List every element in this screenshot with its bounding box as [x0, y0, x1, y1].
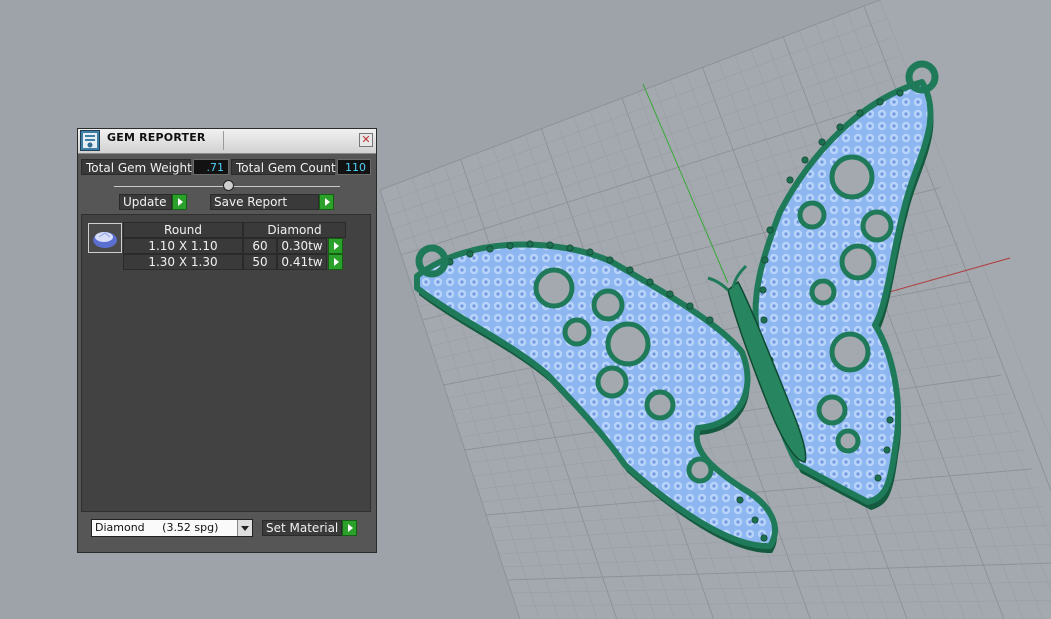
gem-reporter-panel: GEM REPORTER ✕ Total Gem Weight .71 Tota… [77, 128, 377, 553]
total-gem-weight-label: Total Gem Weight [81, 159, 192, 175]
table-header-material: Diamond [243, 222, 346, 238]
table-cell-weight: 0.41tw [277, 254, 327, 270]
material-select-value: Diamond (3.52 spg) [95, 521, 219, 534]
table-cell-size: 1.10 X 1.10 [123, 238, 243, 254]
chevron-down-icon[interactable] [237, 520, 252, 536]
table-header-shape: Round [123, 222, 243, 238]
table-cell-count: 60 [243, 238, 277, 254]
table-cell-weight: 0.30tw [277, 238, 327, 254]
gem-thumbnail-icon[interactable] [88, 223, 122, 253]
save-report-button[interactable]: Save Report [210, 194, 319, 210]
row-select-play-icon[interactable] [328, 254, 343, 270]
gem-reporter-icon [80, 130, 100, 151]
total-gem-count-value: 110 [337, 159, 371, 175]
row-select-play-icon[interactable] [328, 238, 343, 254]
close-icon[interactable]: ✕ [359, 133, 373, 147]
titlebar-divider [223, 131, 224, 150]
material-select[interactable]: Diamond (3.52 spg) [91, 519, 253, 537]
panel-titlebar[interactable]: GEM REPORTER ✕ [78, 129, 376, 154]
update-button[interactable]: Update [119, 194, 172, 210]
update-play-icon[interactable] [172, 194, 187, 210]
total-gem-weight-value: .71 [193, 159, 229, 175]
slider-handle[interactable] [223, 180, 234, 191]
set-material-play-icon[interactable] [342, 520, 357, 536]
table-cell-size: 1.30 X 1.30 [123, 254, 243, 270]
total-gem-count-label: Total Gem Count [231, 159, 336, 175]
table-cell-count: 50 [243, 254, 277, 270]
save-report-play-icon[interactable] [319, 194, 334, 210]
set-material-button[interactable]: Set Material [262, 520, 342, 536]
panel-title: GEM REPORTER [107, 131, 206, 144]
